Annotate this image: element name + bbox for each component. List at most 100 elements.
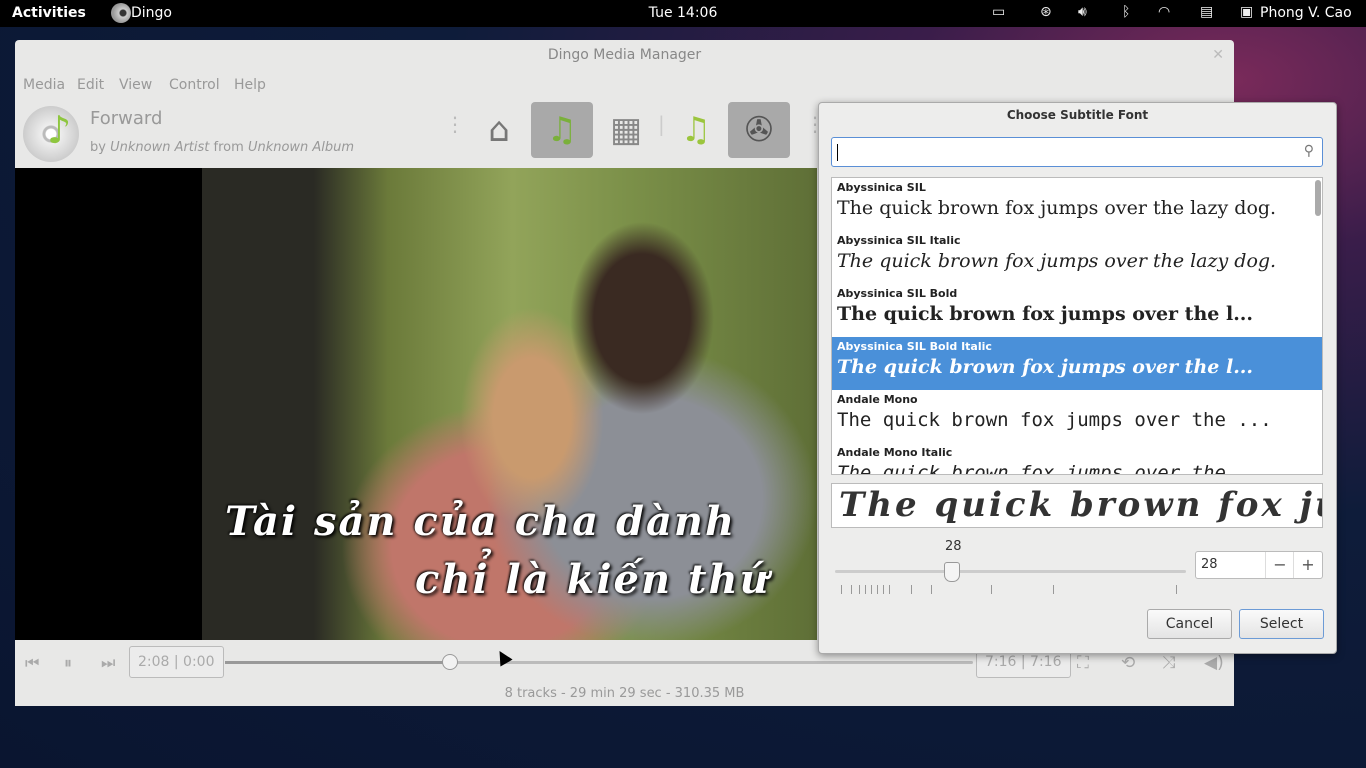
font-search-input[interactable]: ⚲ xyxy=(831,137,1323,167)
menu-view[interactable]: View xyxy=(119,77,152,93)
font-list-item[interactable]: Abyssinica SIL The quick brown fox jumps … xyxy=(832,178,1322,231)
font-name: Abyssinica SIL xyxy=(837,181,926,194)
menu-edit[interactable]: Edit xyxy=(77,77,104,93)
font-list-item[interactable]: Andale Mono The quick brown fox jumps ove… xyxy=(832,390,1322,443)
user-icon[interactable]: ▣ xyxy=(1240,4,1253,20)
fullscreen-icon[interactable]: ⛶ xyxy=(1077,653,1089,673)
slider-tick xyxy=(1053,585,1054,594)
font-sample: The quick brown fox jumps over the ... xyxy=(837,409,1272,431)
seek-handle[interactable] xyxy=(442,654,459,670)
slider-tick xyxy=(865,585,866,594)
menu-control[interactable]: Control xyxy=(169,77,220,93)
font-list-item[interactable]: Andale Mono Italic The quick brown fox ju… xyxy=(832,443,1322,475)
volume-icon[interactable]: 🔊︎ xyxy=(1078,4,1087,20)
font-name: Abyssinica SIL Bold xyxy=(837,287,958,300)
font-sample: The quick brown fox jumps over the lazy … xyxy=(837,197,1277,219)
from-label: from xyxy=(213,140,244,155)
font-sample: The quick brown fox jumps over the lazy … xyxy=(837,250,1277,272)
film-reel-icon: ✇ xyxy=(744,110,774,150)
track-subtitle: by Unknown Artist from Unknown Album xyxy=(90,140,354,155)
font-name: Andale Mono Italic xyxy=(837,446,953,459)
close-icon[interactable]: ✕ xyxy=(1212,47,1224,63)
decrease-size-button[interactable]: − xyxy=(1265,552,1294,578)
font-list[interactable]: Abyssinica SIL The quick brown fox jumps … xyxy=(831,177,1323,475)
font-sample: The quick brown fox jumps over the l... xyxy=(837,303,1254,325)
window-title: Dingo Media Manager xyxy=(547,47,702,63)
home-icon: ⌂ xyxy=(488,110,510,150)
slider-tick xyxy=(877,585,878,594)
music-button[interactable]: ♫ xyxy=(665,102,727,158)
size-slider-ticks xyxy=(841,585,1186,595)
accessibility-icon[interactable]: ⊛ xyxy=(1040,4,1052,20)
menu-help[interactable]: Help xyxy=(234,77,266,93)
font-preview[interactable]: The quick brown fox jui xyxy=(831,483,1323,528)
artist-name: Unknown Artist xyxy=(110,140,210,155)
size-slider-value: 28 xyxy=(945,539,962,554)
subtitle-font-dialog: Choose Subtitle Font ⚲ Abyssinica SIL The… xyxy=(818,102,1337,654)
slider-tick xyxy=(841,585,842,594)
menu-bar: Media Edit View Control Help xyxy=(15,73,1234,97)
select-button[interactable]: Select xyxy=(1239,609,1324,639)
home-button[interactable]: ⌂ xyxy=(468,102,530,158)
elapsed-time: 2:08 | 0:00 xyxy=(129,646,224,678)
seek-fill xyxy=(225,661,450,664)
toolbar-separator: ⋮ xyxy=(445,112,465,136)
slider-tick xyxy=(851,585,852,594)
music-note-icon: ♫ xyxy=(680,110,712,150)
font-name: Abyssinica SIL Bold Italic xyxy=(837,340,992,353)
film-music-icon: ♫ xyxy=(546,110,578,150)
bluetooth-icon[interactable]: ᛒ xyxy=(1122,4,1130,20)
cabinet-icon: ▦ xyxy=(609,110,643,150)
pause-icon[interactable]: ⏸ xyxy=(64,653,72,673)
search-icon: ⚲ xyxy=(1303,143,1314,159)
slider-tick xyxy=(1176,585,1177,594)
slider-tick xyxy=(889,585,890,594)
subtitle-line-2: chỉ là kiến thứ xyxy=(415,556,771,603)
font-list-item[interactable]: Abyssinica SIL Italic The quick brown fox… xyxy=(832,231,1322,284)
music-note-icon: ♪ xyxy=(47,108,72,152)
slider-tick xyxy=(859,585,860,594)
album-art-disc: ♪ xyxy=(23,106,79,162)
next-icon[interactable]: ⏭ xyxy=(101,653,115,673)
slider-tick xyxy=(871,585,872,594)
now-playing-button[interactable]: ♫ xyxy=(531,102,593,158)
font-sample: The quick brown fox jumps over the ... xyxy=(837,462,1272,475)
video-area[interactable]: Tài sản của cha dành chỉ là kiến thứ xyxy=(15,168,817,640)
size-value[interactable]: 28 xyxy=(1201,557,1218,572)
video-button[interactable]: ✇ xyxy=(728,102,790,158)
text-caret xyxy=(837,144,838,161)
network-device-icon[interactable]: ▭ xyxy=(992,4,1005,20)
track-title: Forward xyxy=(90,108,163,129)
clipboard-icon[interactable]: ▤ xyxy=(1200,4,1213,20)
font-sample: The quick brown fox jumps over the l... xyxy=(837,356,1254,378)
top-bar: Activities Dingo Tue 14:06 ▭ ⊛ 🔊︎ ᛒ ◠ ▤ … xyxy=(0,0,1366,27)
slider-tick xyxy=(991,585,992,594)
previous-icon[interactable]: ⏮ xyxy=(25,653,39,673)
size-spinbutton[interactable]: 28 − + xyxy=(1195,551,1323,579)
font-list-item[interactable]: Abyssinica SIL Bold The quick brown fox j… xyxy=(832,284,1322,337)
slider-tick xyxy=(883,585,884,594)
library-button[interactable]: ▦ xyxy=(595,102,657,158)
toolbar-separator: | xyxy=(658,112,665,136)
font-name: Abyssinica SIL Italic xyxy=(837,234,961,247)
cancel-button[interactable]: Cancel xyxy=(1147,609,1232,639)
font-list-scrollbar[interactable] xyxy=(1315,180,1321,216)
volume-button-icon[interactable]: ◀) xyxy=(1204,653,1224,673)
menu-media[interactable]: Media xyxy=(23,77,65,93)
library-status: 8 tracks - 29 min 29 sec - 310.35 MB xyxy=(504,686,745,701)
album-name: Unknown Album xyxy=(247,140,355,155)
size-slider-handle[interactable] xyxy=(943,562,960,582)
font-preview-text: The quick brown fox jui xyxy=(839,485,1323,525)
subtitle-line-1: Tài sản của cha dành xyxy=(225,498,737,545)
font-list-item[interactable]: Abyssinica SIL Bold Italic The quick brow… xyxy=(832,337,1322,390)
wifi-icon[interactable]: ◠ xyxy=(1158,4,1170,20)
repeat-icon[interactable]: ⟲ xyxy=(1121,653,1135,673)
slider-tick xyxy=(931,585,932,594)
slider-tick xyxy=(911,585,912,594)
seek-bar[interactable] xyxy=(225,654,973,670)
user-menu[interactable]: Phong V. Cao xyxy=(1260,5,1352,21)
increase-size-button[interactable]: + xyxy=(1293,552,1322,578)
shuffle-icon[interactable]: ⤨ xyxy=(1162,653,1176,673)
size-slider[interactable] xyxy=(835,562,1186,582)
font-name: Andale Mono xyxy=(837,393,918,406)
